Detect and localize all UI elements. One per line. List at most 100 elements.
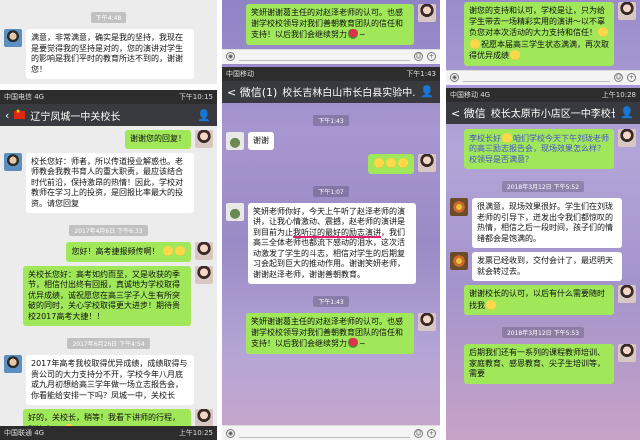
avatar[interactable] [450, 252, 468, 270]
message-row: 谢谢您的回复！ [4, 130, 213, 149]
timestamp: 下午1:43 [222, 289, 440, 308]
smile-emoji-icon [386, 158, 396, 168]
message-row: 谢您的支持和认可，学校是让，只为给学生带去一场精彩实用的演讲～以不辜负您对本次活… [450, 2, 636, 66]
user-profile-icon[interactable]: 👤 [197, 109, 212, 122]
smile-emoji-icon [502, 132, 512, 143]
rose-emoji-icon [348, 338, 358, 348]
avatar[interactable] [418, 4, 436, 22]
emoji-icon[interactable]: ☺ [614, 73, 623, 82]
avatar[interactable] [618, 344, 636, 362]
chat-navbar: ‹ 辽宁凤城一中关校长 👤 [0, 104, 217, 126]
smile-emoji-icon [398, 158, 408, 168]
message-bubble[interactable]: 李校长好 咱们学校今天下午刘珑老师的高三励志报告会，现场效果怎么样？校领导是否满意… [464, 128, 614, 169]
china-flag-icon [14, 108, 26, 119]
smile-emoji-icon [486, 299, 496, 310]
message-input[interactable] [239, 429, 410, 438]
avatar[interactable] [195, 409, 213, 427]
avatar[interactable] [4, 29, 22, 47]
back-arrow-icon[interactable]: ‹ [5, 109, 9, 122]
message-row: 后期我们还有一系列的课程教师培训、家庭教育、感恩教育、尖子生培训等，需要 [450, 344, 636, 384]
message-bubble[interactable]: 2017年高考我校取得优异成绩，成绩取得与贵公司的大力支持分不开，学校今年八月底… [26, 355, 194, 405]
message-row: 满意，非常满意，确实是我的坚持，我现在是要觉得我的坚持是对的，您的演讲对学生的影… [4, 29, 213, 79]
user-profile-icon[interactable]: 👤 [420, 85, 435, 98]
message-bubble[interactable]: 满意，非常满意，确实是我的坚持，我现在是要觉得我的坚持是对的，您的演讲对学生的影… [26, 29, 194, 79]
plus-icon[interactable]: + [427, 428, 436, 438]
message-row: 笑妍老师你好，今天上午听了赵泽老师的演讲，让我心情激动、震撼，赵老师的演讲是到目… [226, 202, 436, 284]
emoji-icon[interactable]: ☺ [414, 52, 423, 61]
highlighted-phrase: 我听过的最好的励志演讲 [293, 227, 381, 237]
user-profile-icon[interactable]: 👤 [620, 106, 635, 119]
fist-emoji-icon [470, 38, 480, 49]
message-bubble[interactable]: 很满意，现场效果很好。学生们在刘珑老师的引导下，迸发出令我们都惊叹的热情，相信之… [472, 198, 622, 248]
timestamp: 下午1:43 [222, 108, 440, 127]
message-bubble[interactable]: 校长您好：师者，所以传道授业解惑也。老师教会我教书育人的重大职责，最应该结合时代… [26, 152, 194, 213]
emoji-icon[interactable]: ☺ [414, 428, 423, 438]
message-bubble[interactable]: 谢谢 [248, 131, 274, 150]
avatar[interactable] [618, 128, 636, 147]
avatar[interactable] [4, 355, 22, 373]
chat-panel-jilin: 笑妍谢谢葛主任的对赵泽老师的认可。也感谢学校校领导对我们善朝教育团队的信任和支持… [222, 0, 440, 440]
chat-panel-liaoning: 下午4:48 满意，非常满意，确实是我的坚持，我现在是要觉得我的坚持是对的，您的… [0, 0, 217, 440]
message-input[interactable] [239, 52, 410, 61]
message-row: 笑妍谢谢葛主任的对赵泽老师的认可。也感谢学校校领导对我们善朝教育团队的信任和支持… [226, 4, 436, 45]
timestamp: 2018年3月12日 下午5:53 [446, 320, 640, 339]
back-button[interactable]: < 微信(1) [227, 84, 277, 100]
message-row: 您好！高考捷报频传啊！ [4, 242, 213, 262]
avatar[interactable] [226, 202, 244, 221]
avatar[interactable] [418, 154, 436, 172]
chat-title: 校长太原市小店区一中李校长 [490, 109, 616, 120]
message-input[interactable] [463, 73, 610, 82]
message-bubble[interactable] [368, 154, 414, 174]
input-bar: ◉ ☺ + [446, 69, 640, 85]
message-bubble[interactable]: 关校长您好：高考如约而至，又是收获的季节，相信付出终有回报，真诚地为学校取得优异… [23, 265, 191, 326]
plus-icon[interactable]: + [427, 52, 436, 61]
message-bubble[interactable]: 笑妍谢谢葛主任的对赵泽老师的认可。也感谢学校校领导对我们善朝教育团队的信任和支持… [246, 313, 414, 354]
voice-icon[interactable]: ◉ [450, 73, 459, 82]
message-bubble[interactable]: 发票已经收到，交付会计了，最迟明天就会转过去。 [472, 252, 622, 281]
fist-emoji-icon [598, 27, 608, 37]
avatar[interactable] [418, 313, 436, 331]
message-row: 谢谢校长的认可，以后有什么需要随时找我 [450, 285, 636, 315]
rose-emoji-icon [348, 29, 358, 39]
message-bubble[interactable]: 谢谢您的回复！ [125, 130, 191, 149]
avatar[interactable] [226, 131, 244, 150]
timestamp: 2017年4月6日 下午6:33 [0, 218, 217, 237]
message-row: 谢谢 [226, 131, 436, 150]
message-row: 发票已经收到，交付会计了，最迟明天就会转过去。 [450, 252, 636, 281]
chat-navbar: < 微信 校长太原市小店区一中李校长 👤 [446, 101, 640, 124]
message-bubble[interactable]: 您好！高考捷报频传啊！ [66, 242, 191, 262]
chat-title: 校长吉林白山市长白县实验中... [282, 88, 416, 99]
chat-window-liaoning: 中国电信 4G 下午10:15 ‹ 辽宁凤城一中关校长 👤 谢谢您的回复！ 校长… [0, 90, 217, 440]
status-bar: 中国移动 4G 上午10:28 [446, 87, 640, 102]
status-bar: 中国移动 下午1:43 [222, 66, 440, 81]
message-bubble[interactable]: 笑妍谢谢葛主任的对赵泽老师的认可。也感谢学校校领导对我们善朝教育团队的信任和支持… [246, 4, 414, 45]
message-bubble[interactable]: 谢谢校长的认可，以后有什么需要随时找我 [464, 285, 614, 315]
message-row: 很满意，现场效果很好。学生们在刘珑老师的引导下，迸发出令我们都惊叹的热情，相信之… [450, 198, 636, 248]
timestamp: 2017年6月26日 下午4:54 [0, 331, 217, 350]
message-bubble[interactable]: 笑妍老师你好，今天上午听了赵泽老师的演讲，让我心情激动、震撼，赵老师的演讲是到目… [248, 202, 416, 284]
avatar[interactable] [195, 130, 213, 148]
chat-snippet-top: 下午4:48 满意，非常满意，确实是我的坚持，我现在是要觉得我的坚持是对的，您的… [0, 0, 217, 84]
avatar[interactable] [4, 152, 22, 171]
avatar[interactable] [618, 2, 636, 20]
smile-emoji-icon [175, 246, 185, 256]
avatar[interactable] [195, 242, 213, 260]
plus-icon[interactable]: + [627, 73, 636, 82]
voice-icon[interactable]: ◉ [226, 52, 235, 61]
back-button[interactable]: < 微信 [451, 105, 486, 121]
message-row: 李校长好 咱们学校今天下午刘珑老师的高三励志报告会，现场效果怎么样？校领导是否满意… [450, 128, 636, 169]
timestamp: 下午1:07 [222, 179, 440, 198]
status-bar-bottom: 中国联通 4G 上午10:25 [0, 426, 217, 440]
message-bubble[interactable]: 后期我们还有一系列的课程教师培训、家庭教育、感恩教育、尖子生培训等，需要 [464, 344, 614, 384]
smile-emoji-icon [374, 158, 384, 168]
avatar[interactable] [450, 198, 468, 216]
status-bar: 中国电信 4G 下午10:15 [0, 90, 217, 104]
avatar[interactable] [618, 285, 636, 303]
chat-title: 辽宁凤城一中关校长 [30, 111, 121, 123]
message-bubble[interactable]: 谢您的支持和认可，学校是让，只为给学生带去一场精彩实用的演讲～以不辜负您对本次活… [464, 2, 614, 66]
smile-emoji-icon [510, 50, 520, 60]
avatar[interactable] [195, 265, 213, 284]
timestamp: 下午4:48 [0, 5, 217, 24]
voice-icon[interactable]: ◉ [226, 428, 235, 438]
message-row: 2017年高考我校取得优异成绩，成绩取得与贵公司的大力支持分不开，学校今年八月底… [4, 355, 213, 405]
